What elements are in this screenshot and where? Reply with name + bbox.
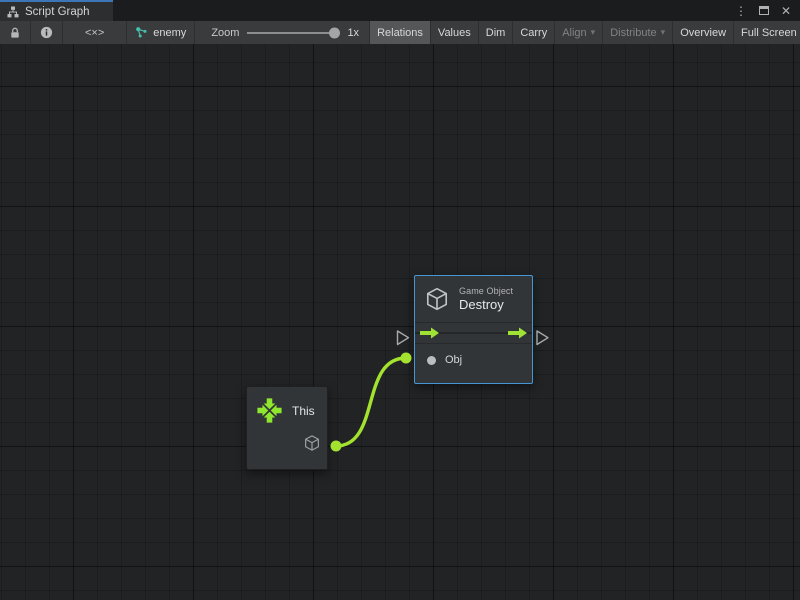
this-converge-icon bbox=[255, 396, 284, 425]
chevron-down-icon: ▾ bbox=[661, 27, 666, 38]
values-toggle[interactable]: Values bbox=[431, 21, 479, 44]
menu-icon[interactable]: ⋮ bbox=[735, 5, 747, 17]
wire-end-dot[interactable] bbox=[401, 353, 412, 364]
self-output-port[interactable] bbox=[303, 434, 321, 452]
zoom-label: Zoom bbox=[211, 27, 239, 39]
flow-arrow-icon bbox=[508, 328, 527, 339]
carry-toggle[interactable]: Carry bbox=[513, 21, 555, 44]
obj-port-label: Obj bbox=[445, 354, 462, 366]
code-toggle-label: <×> bbox=[85, 27, 104, 39]
graph-toolbar: <×> enemy Zoom 1x Relations Values Dim bbox=[0, 21, 800, 44]
graph-hierarchy-icon bbox=[7, 6, 19, 18]
node-title: Destroy bbox=[459, 297, 513, 312]
fullscreen-button[interactable]: Full Screen bbox=[734, 21, 800, 44]
close-icon[interactable]: ✕ bbox=[781, 5, 791, 17]
obj-input-port[interactable] bbox=[427, 356, 436, 365]
graph-canvas[interactable]: This bbox=[0, 44, 800, 600]
tab-bar: Script Graph ⋮ ✕ bbox=[0, 0, 800, 21]
graph-reference-button[interactable]: enemy bbox=[127, 21, 195, 44]
gameobject-cube-icon bbox=[303, 434, 321, 452]
lock-button[interactable] bbox=[0, 21, 31, 44]
zoom-control: Zoom 1x bbox=[211, 21, 369, 44]
maximize-icon[interactable] bbox=[759, 6, 769, 15]
code-toggle-button[interactable]: <×> bbox=[63, 21, 127, 44]
zoom-value: 1x bbox=[347, 27, 359, 39]
info-button[interactable] bbox=[31, 21, 63, 44]
value-connection-wire[interactable] bbox=[336, 358, 406, 446]
graph-name: enemy bbox=[153, 27, 186, 39]
node-destroy[interactable]: Game Object Destroy O bbox=[414, 275, 533, 384]
window-controls: ⋮ ✕ bbox=[113, 0, 800, 21]
gameobject-cube-icon bbox=[424, 286, 450, 312]
align-dropdown[interactable]: Align ▾ bbox=[555, 21, 603, 44]
zoom-slider-handle[interactable] bbox=[329, 27, 340, 38]
node-category: Game Object bbox=[459, 286, 513, 296]
wire-start-dot[interactable] bbox=[331, 441, 342, 452]
chevron-down-icon: ▾ bbox=[591, 27, 596, 38]
script-graph-window: Script Graph ⋮ ✕ <×> bbox=[0, 0, 800, 600]
node-this[interactable]: This bbox=[246, 386, 328, 470]
dim-toggle[interactable]: Dim bbox=[479, 21, 514, 44]
tab-label: Script Graph bbox=[25, 6, 90, 18]
node-destroy-header: Game Object Destroy bbox=[415, 276, 532, 323]
outgoing-control-triangle[interactable] bbox=[537, 331, 548, 345]
node-destroy-titles: Game Object Destroy bbox=[459, 286, 513, 312]
value-input-row: Obj bbox=[415, 344, 532, 383]
overview-button[interactable]: Overview bbox=[673, 21, 734, 44]
control-output-port[interactable] bbox=[508, 328, 527, 339]
node-this-header: This bbox=[247, 387, 327, 425]
zoom-slider-track[interactable] bbox=[247, 32, 335, 34]
lock-icon bbox=[9, 27, 21, 39]
node-this-title: This bbox=[292, 404, 315, 418]
connections-overlay bbox=[0, 44, 800, 600]
graph-network-icon bbox=[135, 26, 148, 39]
tab-script-graph[interactable]: Script Graph bbox=[0, 0, 113, 21]
control-input-port[interactable] bbox=[420, 328, 439, 339]
info-icon bbox=[40, 26, 53, 39]
relations-toggle[interactable]: Relations bbox=[369, 21, 431, 44]
flow-arrow-icon bbox=[420, 328, 439, 339]
control-flow-row bbox=[415, 323, 532, 344]
distribute-dropdown[interactable]: Distribute ▾ bbox=[603, 21, 673, 44]
incoming-control-triangle[interactable] bbox=[398, 331, 409, 345]
